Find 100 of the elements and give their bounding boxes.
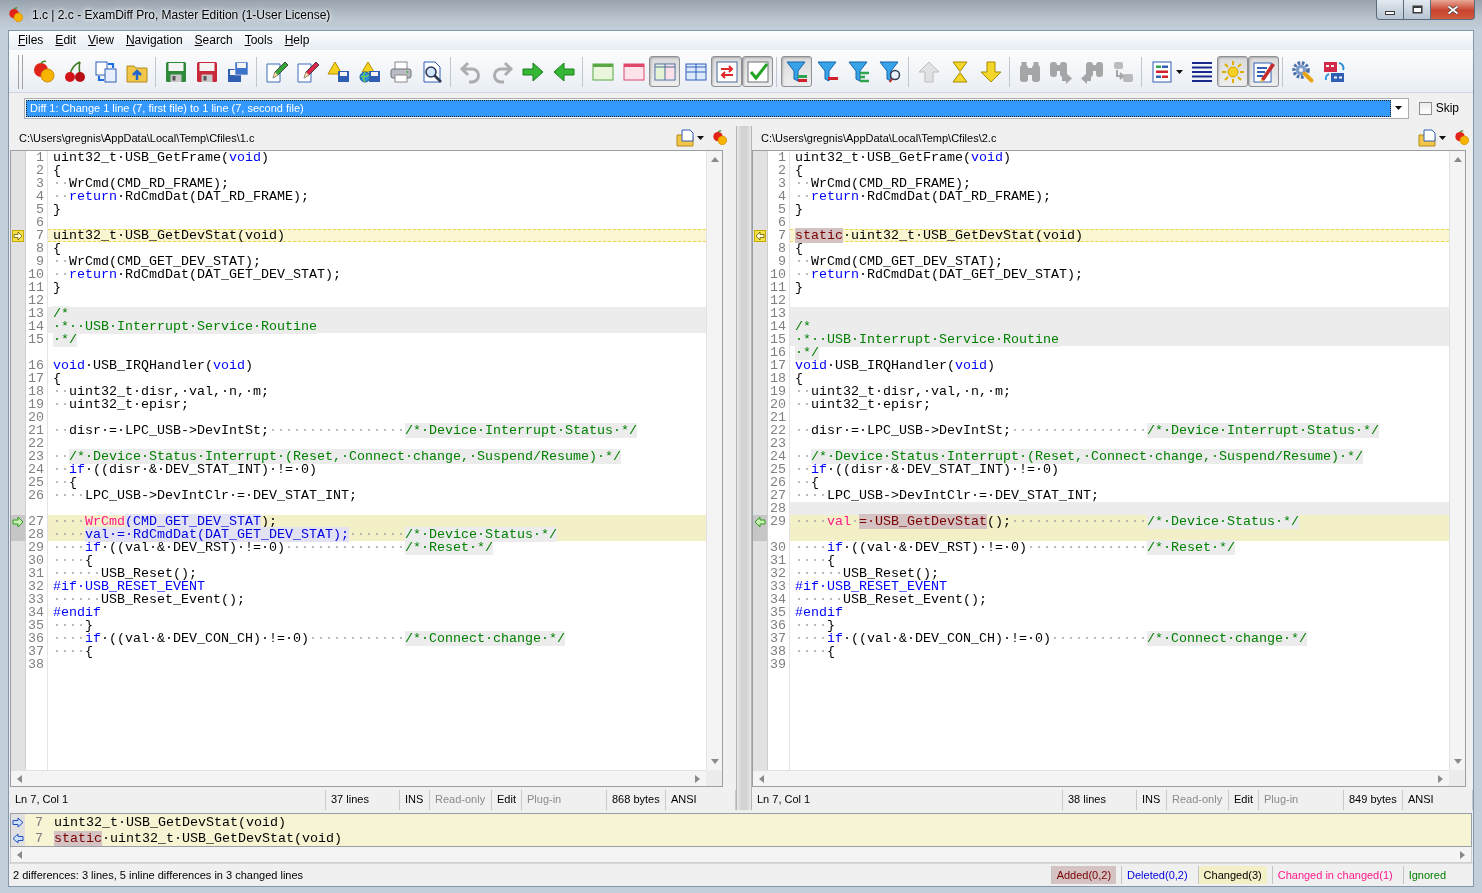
arrow-left-icon [551,59,576,84]
line-number: 30 [770,540,786,555]
caret-right-icon[interactable] [1438,774,1443,783]
line-number: 35 [28,618,44,633]
code-line: ····{ [795,645,835,658]
caret-down-icon[interactable] [710,759,719,764]
pen-document-icon [264,59,289,84]
code-line: ··WrCmd(CMD_RD_FRAME); [795,177,971,190]
brush-document-icon [1251,59,1276,84]
checkbox-label[interactable]: Skip [1435,101,1459,115]
line-number: 11 [770,280,786,295]
line-number: 22 [28,436,44,451]
line-number: 20 [770,397,786,412]
line-number: 36 [28,631,44,646]
code-line: } [53,281,61,294]
line-number: 16 [770,345,786,360]
horizontal-scrollbar[interactable] [11,770,706,786]
code-line: ··return·RdCmdDat(DAT_RD_FRAME); [53,190,309,203]
caret-right-icon[interactable] [695,774,700,783]
status-field: 37 lines [326,790,400,810]
menu-item[interactable]: View [82,31,120,50]
line-number: 13 [770,306,786,321]
line-number: 7 [36,228,44,243]
vertical-scrollbar[interactable] [1449,151,1465,770]
menu-item[interactable]: Edit [49,31,83,50]
close-icon [1446,4,1459,15]
caret-down-icon [697,136,704,140]
fruit-icon[interactable] [712,130,728,146]
binoculars-icon [1048,59,1073,84]
code-line: #if·USB_RESET_EVENT [795,580,947,593]
open-file-button[interactable] [1418,129,1446,147]
caret-left-icon[interactable] [17,774,22,783]
line-number: 35 [770,605,786,620]
line-number: 1 [778,151,786,165]
checkbox[interactable] [1418,101,1432,115]
line-number: 3 [36,176,44,191]
code-line: #if·USB_RESET_EVENT [53,580,205,593]
menu-item[interactable]: Tools [238,31,279,50]
line-number: 6 [778,215,786,230]
caret-left-icon[interactable] [759,774,764,783]
arrow-right-icon [520,59,545,84]
caret-right-icon[interactable] [1460,850,1465,859]
menu-item[interactable]: Search [188,31,239,50]
line-number: 23 [28,449,44,464]
code-line: ··/*·Device·Status·Interrupt·(Reset,·Connect·change,·Suspend/Resume)·*/ [795,450,1363,463]
status-field: Edit [492,790,522,810]
code-line: ······USB_Reset(); [795,567,939,580]
line-number: 9 [778,254,786,269]
arrow-right-icon [12,816,24,828]
line-number: 24 [770,449,786,464]
maximize-icon [1411,5,1423,14]
line-number: 39 [770,657,786,672]
code-line: { [795,242,803,255]
toolbar-button[interactable] [1248,56,1279,87]
code-line: ··uint32_t·disr,·val,·n,·m; [795,385,1011,398]
code-line: ····if·((val·&·DEV_CON_CH)·!=·0)············/*·Connect·change·*/ [795,632,1307,645]
maximize-button[interactable] [1404,0,1431,20]
code-line: ····{ [53,645,93,658]
arrows-document-icon [714,59,739,84]
line-number: 1 [36,151,44,165]
floppies-icon [225,59,250,84]
floppy-icon [194,59,219,84]
line-number: 8 [36,241,44,256]
minimize-button[interactable] [1376,0,1404,20]
caret-up-icon[interactable] [710,157,719,162]
code-line: ··uint32_t·disr,·val,·n,·m; [53,385,269,398]
line-number: 31 [28,566,44,581]
line-number: 7 [778,228,786,243]
menu-item[interactable]: Navigation [119,31,189,50]
close-button[interactable] [1431,0,1475,20]
menu-item[interactable]: Help [278,31,316,50]
diff-marker-bar[interactable] [753,515,767,541]
window-title: 1.c | 2.c - ExamDiff Pro, Master Edition (1-User License) [32,8,331,22]
caret-up-icon[interactable] [1453,157,1462,162]
menu-item[interactable]: Files [12,31,50,50]
line-number: 4 [36,189,44,204]
code-line: ····if·((val·&·DEV_RST)·!=·0)···············/*·Reset·*/ [53,541,493,554]
caret-down-icon [1439,136,1446,140]
code-line: ··return·RdCmdDat(DAT_RD_FRAME); [795,190,1051,203]
line-number: 36 [770,618,786,633]
diff-marker-bar[interactable] [11,515,25,541]
warning-floppy-icon [326,59,351,84]
line-number: 10 [770,267,786,282]
horizontal-scrollbar[interactable] [10,847,1472,863]
code-line: { [795,372,803,385]
line-number: 29 [28,540,44,555]
horizontal-scrollbar[interactable] [753,770,1449,786]
open-file-button[interactable] [676,129,704,147]
line-number: 2 [36,163,44,178]
caret-left-icon[interactable] [17,850,22,859]
toolbar-grip[interactable] [18,54,23,89]
line-number: 34 [770,592,786,607]
fruit-icon[interactable] [1454,130,1470,146]
code-line: ····{ [795,554,835,567]
fruit-icon [31,59,56,84]
caret-down-icon[interactable] [1453,759,1462,764]
line-number: 20 [28,410,44,425]
code-line: ····if·((val·&·DEV_CON_CH)·!=·0)············/*·Connect·change·*/ [53,632,565,645]
code-line: { [53,164,61,177]
vertical-scrollbar[interactable] [706,151,722,770]
